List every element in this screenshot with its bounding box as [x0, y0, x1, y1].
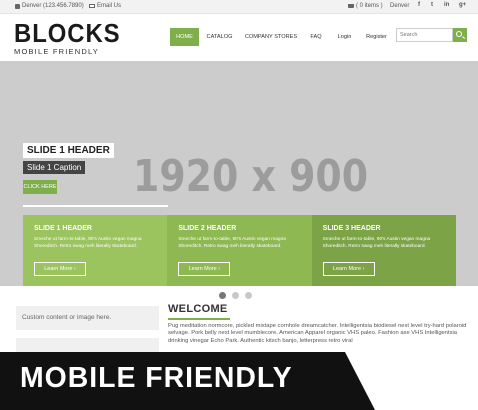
facebook-icon[interactable]: f	[418, 2, 420, 8]
phone-icon	[15, 3, 20, 9]
phone-text: Denver (123.456.7890)	[22, 3, 84, 9]
linkedin-icon[interactable]: in	[444, 2, 449, 8]
learn-more-button[interactable]: Learn More ›	[34, 262, 86, 276]
panel-header: SLIDE 3 HEADER	[322, 225, 381, 232]
slide-panel-1[interactable]: SLIDE 1 HEADER Smeche ut farm-to-table, …	[23, 215, 168, 286]
slide-panels: SLIDE 1 HEADER Smeche ut farm-to-table, …	[23, 215, 456, 286]
top-bar: Denver (123.456.7890) Email Us ( 0 items…	[0, 0, 478, 14]
learn-more-button[interactable]: Learn More ›	[178, 262, 231, 276]
search-button[interactable]	[453, 28, 467, 42]
cart-icon	[348, 4, 354, 8]
search-input[interactable]	[396, 28, 453, 42]
envelope-icon	[89, 4, 95, 8]
search-bar	[396, 28, 467, 42]
sidebar-custom-content: Custom content or image here.	[16, 306, 159, 330]
welcome-underline	[168, 318, 230, 320]
nav-home[interactable]: HOME	[170, 28, 199, 46]
slider-dot-2[interactable]	[232, 292, 239, 299]
nav-company-stores[interactable]: COMPANY STORES	[240, 28, 302, 46]
panel-header: SLIDE 1 HEADER	[34, 225, 92, 232]
twitter-icon[interactable]: t	[431, 2, 433, 8]
banner-text: MOBILE FRIENDLY	[20, 362, 293, 394]
slide-panel-2[interactable]: SLIDE 2 HEADER Smeche ut farm-to-table, …	[167, 215, 312, 286]
email-link[interactable]: Email Us	[89, 3, 121, 9]
panel-header: SLIDE 2 HEADER	[178, 225, 237, 232]
nav-catalog[interactable]: CATALOG	[199, 28, 240, 46]
location-link[interactable]: Denver	[390, 3, 409, 9]
nav-register[interactable]: Register	[359, 28, 394, 46]
welcome-title: WELCOME	[168, 303, 228, 315]
learn-more-button[interactable]: Learn More ›	[322, 262, 375, 276]
slide-divider	[23, 205, 168, 207]
cart-link[interactable]: ( 0 items )	[348, 3, 383, 9]
hero-slider[interactable]: 1920 x 900 SLIDE 1 HEADER Slide 1 Captio…	[0, 61, 478, 286]
phone-contact[interactable]: Denver (123.456.7890)	[15, 3, 84, 9]
slide-cta-button[interactable]: CLICK HERE	[23, 180, 57, 194]
nav-login[interactable]: Login	[330, 28, 359, 46]
panel-text: Smeche ut farm-to-table, 90's Austin veg…	[34, 237, 142, 249]
panel-text: Smeche ut farm-to-table, 90's Austin veg…	[322, 237, 431, 249]
slide-placeholder-size: 1920 x 900	[133, 151, 369, 202]
nav-faq[interactable]: FAQ	[302, 28, 330, 46]
slide-header: SLIDE 1 HEADER	[23, 143, 114, 158]
slider-dot-1[interactable]	[219, 292, 226, 299]
logo-tagline: MOBILE FRIENDLY	[14, 47, 99, 56]
slider-pagination	[219, 292, 252, 299]
googleplus-icon[interactable]: g+	[459, 2, 466, 8]
slide-panel-3[interactable]: SLIDE 3 HEADER Smeche ut farm-to-table, …	[311, 215, 456, 286]
main-nav: HOME CATALOG COMPANY STORES FAQ Login Re…	[170, 28, 394, 46]
slider-dot-3[interactable]	[245, 292, 252, 299]
cart-count: ( 0 items )	[356, 3, 383, 9]
slide-caption: Slide 1 Caption	[23, 161, 86, 174]
panel-text: Smeche ut farm-to-table, 90's Austin veg…	[178, 237, 286, 249]
welcome-text: Pug meditation normcore, pickled mixtape…	[168, 323, 467, 344]
logo-wordmark: BLOCKS	[14, 18, 121, 48]
site-logo[interactable]: BLOCKS MOBILE FRIENDLY	[14, 20, 130, 56]
location-text: Denver	[390, 3, 410, 9]
email-text: Email Us	[97, 3, 122, 9]
